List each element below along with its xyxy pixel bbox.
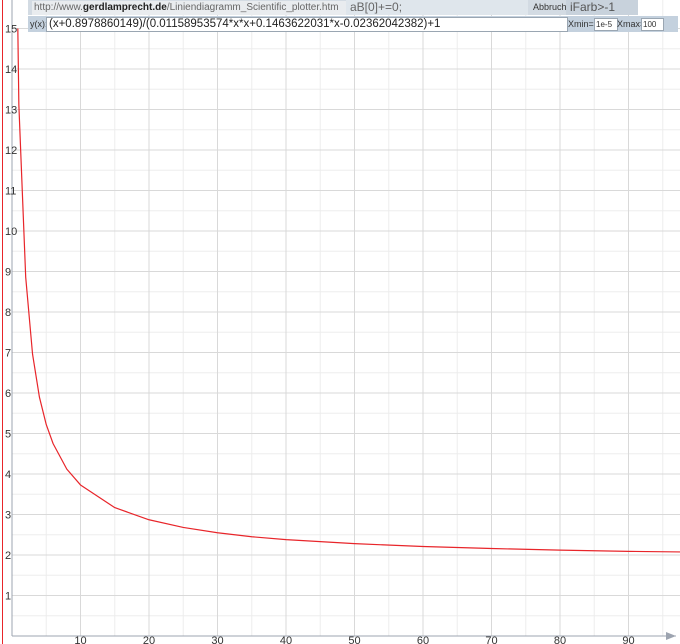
x-tick-label: 50 (348, 635, 360, 644)
formula-label: y(x): (30, 19, 48, 29)
plot-area: 10 20 30 40 50 60 70 80 90123456789101112131415 (0, 0, 680, 644)
plot-background (0, 0, 680, 644)
x-tick-label: 20 (143, 635, 155, 644)
code-input[interactable]: aB[0]+=0; (346, 0, 528, 15)
url-link[interactable]: http://www.gerdlamprecht.de/Liniendiagra… (32, 1, 348, 15)
abbruch-input[interactable]: iFarb>-1 (566, 0, 638, 15)
y-tick-label: 15 (5, 24, 17, 36)
y-tick-label: 12 (5, 145, 17, 157)
x-tick-label: 60 (417, 635, 429, 644)
xmax-input[interactable]: 100 (641, 18, 664, 31)
x-tick-label: 40 (280, 635, 292, 644)
url-domain: gerdlamprecht.de (82, 2, 167, 13)
toolbar-row-top: http://www.gerdlamprecht.de/Liniendiagra… (28, 0, 638, 15)
x-tick-label: 30 (211, 635, 223, 644)
y-tick-label: 14 (5, 64, 17, 76)
y-tick-label: 9 (5, 267, 11, 279)
y-tick-label: 13 (5, 105, 17, 117)
formula-input[interactable]: (x+0.8978860149)/(0.01158953574*x*x+0.14… (46, 17, 568, 32)
x-tick-label: 90 (622, 635, 634, 644)
url-prefix: http://www. (34, 2, 83, 13)
x-tick-label: 10 (74, 635, 86, 644)
xmin-input[interactable]: 1e-5 (594, 18, 618, 31)
x-tick-label: 70 (485, 635, 497, 644)
y-tick-label: 4 (5, 469, 11, 481)
y-tick-label: 11 (5, 186, 16, 198)
y-tick-label: 5 (5, 429, 11, 441)
y-tick-label: 10 (5, 226, 17, 238)
x-tick-label: 80 (554, 635, 566, 644)
plotter-toolbar: http://www.gerdlamprecht.de/Liniendiagra… (28, 0, 678, 32)
xmin-label: Xmin= (568, 19, 594, 29)
y-tick-label: 3 (5, 510, 11, 522)
y-tick-label: 6 (5, 388, 11, 400)
y-tick-label: 8 (5, 307, 11, 319)
toolbar-row-formula: y(x): (x+0.8978860149)/(0.01158953574*x*… (28, 16, 678, 32)
y-tick-label: 7 (5, 348, 11, 360)
abbruch-label: Abbruch: (533, 2, 570, 12)
y-tick-label: 2 (5, 550, 11, 562)
url-path: /Liniendiagramm_Scientific_plotter.htm (166, 2, 339, 13)
y-tick-label: 1 (5, 591, 11, 603)
